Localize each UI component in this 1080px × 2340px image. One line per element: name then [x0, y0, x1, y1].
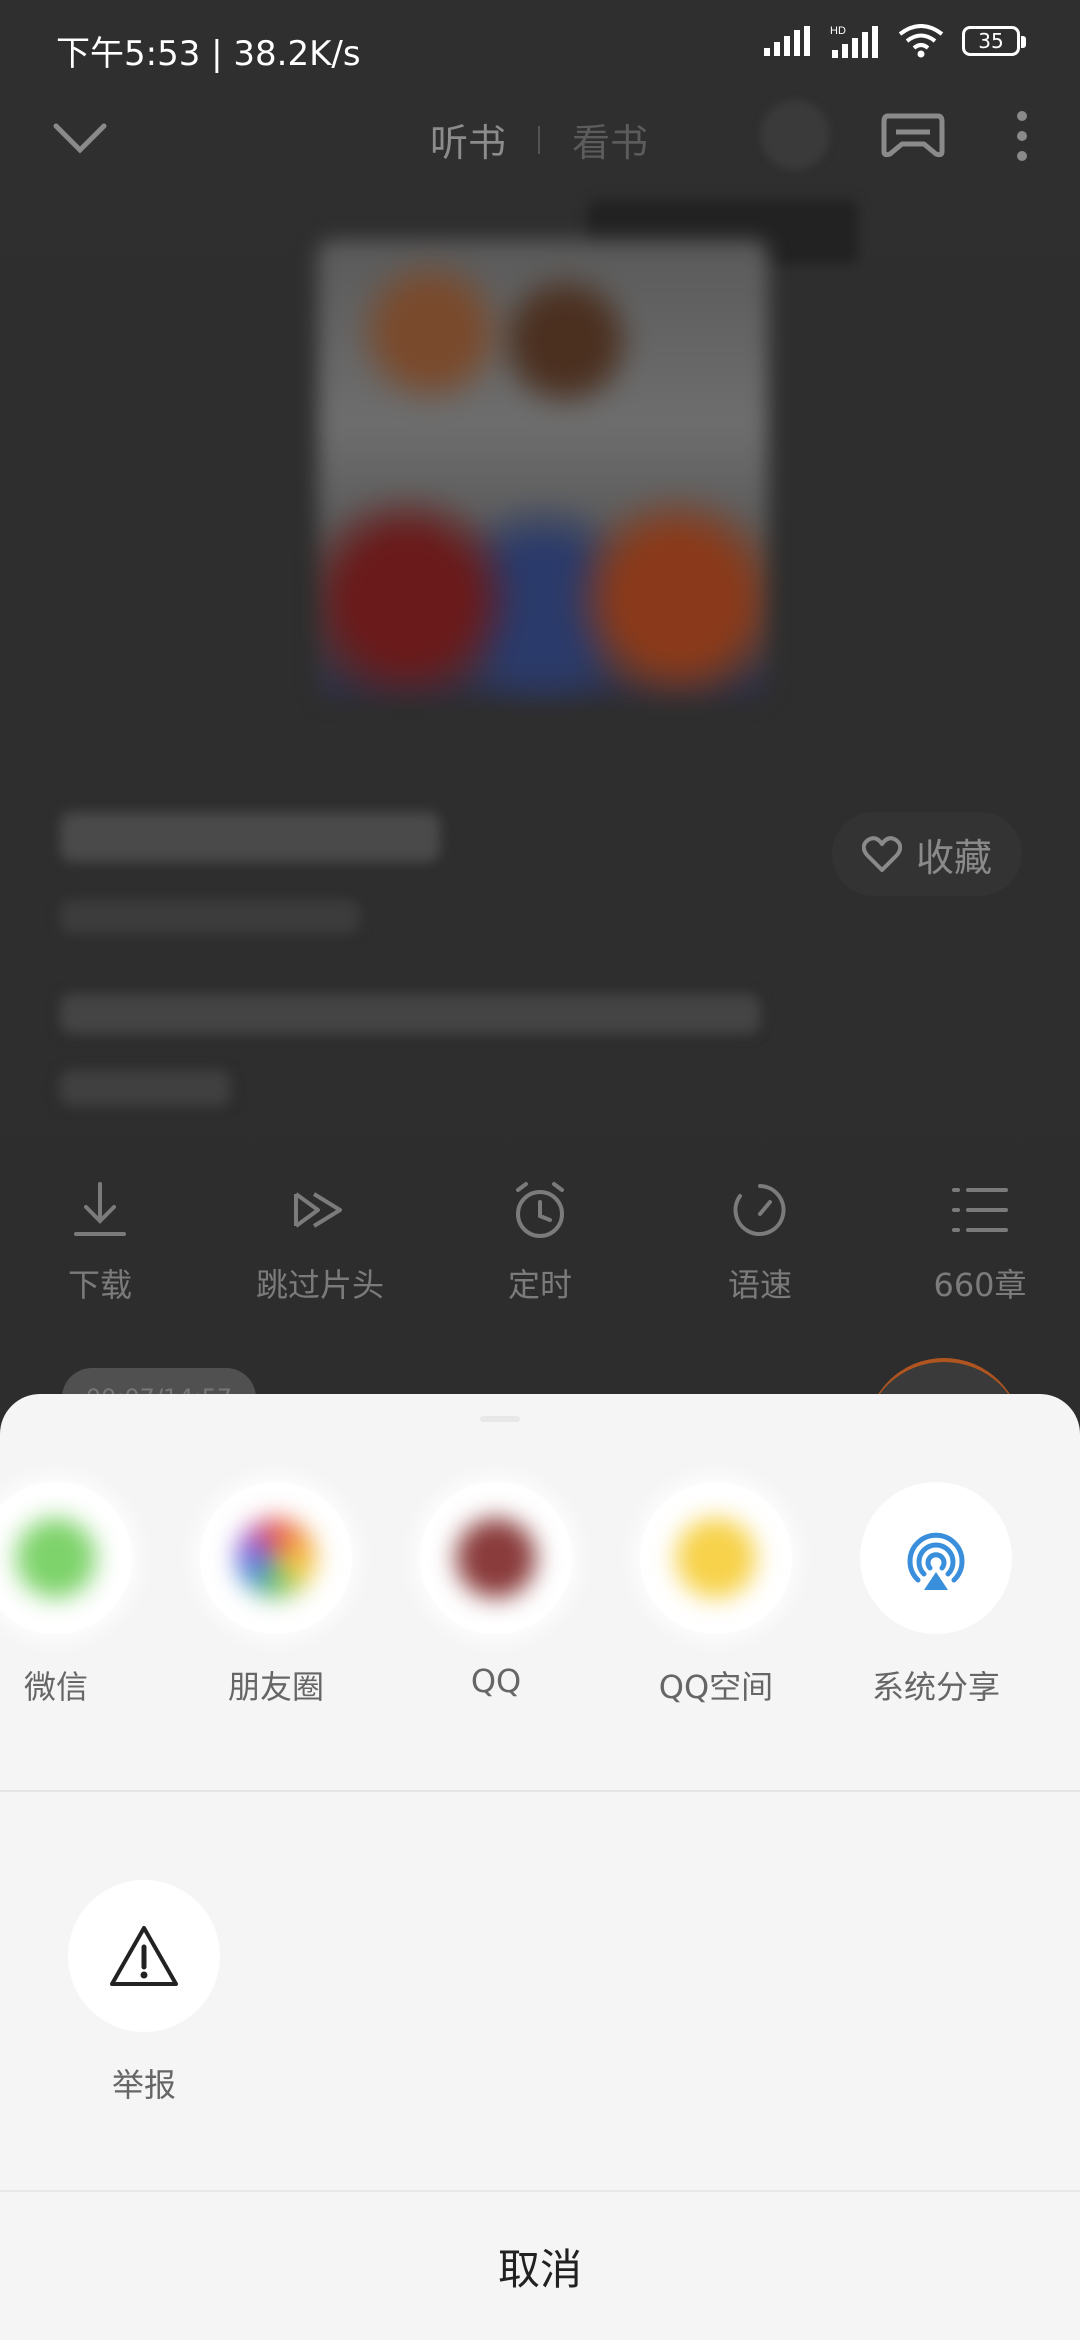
book-description-line2	[60, 1070, 230, 1106]
chapter-list-button[interactable]: 660章	[890, 1180, 1070, 1306]
wechat-icon	[0, 1482, 132, 1634]
share-qq-label: QQ	[470, 1662, 522, 1700]
speed-label: 语速	[727, 1266, 792, 1304]
chapter-list-icon	[952, 1188, 1008, 1232]
moments-icon	[200, 1482, 352, 1634]
signal-icon	[764, 26, 810, 56]
player-actions: 下载 跳过片头 定时 语速 660章	[0, 1180, 1080, 1330]
favorite-label: 收藏	[915, 835, 992, 880]
share-qzone[interactable]: QQ空间	[616, 1482, 816, 1708]
qq-icon	[420, 1482, 572, 1634]
download-label: 下载	[67, 1266, 132, 1304]
cancel-button[interactable]: 取消	[0, 2192, 1080, 2340]
skip-intro-label: 跳过片头	[255, 1266, 384, 1304]
speed-button[interactable]: 语速	[670, 1180, 850, 1306]
status-time: 下午5:53 | 38.2K/s	[56, 34, 361, 74]
sheet-handle[interactable]	[480, 1416, 520, 1422]
book-title	[60, 812, 440, 862]
player-tabs: 听书 看书	[430, 112, 648, 167]
wifi-icon	[898, 24, 944, 58]
heart-icon	[861, 836, 902, 872]
divider	[0, 1790, 1080, 1792]
status-bar: 下午5:53 | 38.2K/s HD 35	[0, 0, 1080, 96]
battery-icon: 35	[962, 26, 1026, 56]
warning-icon	[68, 1880, 220, 2032]
book-description	[60, 994, 760, 1034]
battery-level: 35	[978, 29, 1004, 53]
system-share-icon	[860, 1482, 1012, 1634]
share-wechat[interactable]: 微信	[0, 1482, 156, 1708]
more-icon[interactable]	[1008, 108, 1036, 164]
book-cover	[318, 240, 768, 700]
hd-signal-icon: HD	[830, 25, 878, 58]
timer-button[interactable]: 定时	[450, 1180, 630, 1306]
chevron-down-icon[interactable]	[52, 118, 108, 158]
share-qq[interactable]: QQ	[396, 1482, 596, 1700]
share-system[interactable]: 系统分享	[836, 1482, 1036, 1708]
tab-read[interactable]: 看书	[572, 112, 648, 167]
share-qzone-label: QQ空间	[658, 1668, 774, 1706]
tab-divider	[538, 125, 541, 154]
favorite-button[interactable]: 收藏	[832, 812, 1022, 896]
gamepad-icon[interactable]	[880, 108, 946, 164]
share-sheet: 微信 朋友圈 QQ QQ空间 系统分享 举报 取消	[0, 1394, 1080, 2340]
download-button[interactable]: 下载	[10, 1180, 190, 1306]
share-system-label: 系统分享	[871, 1668, 1000, 1706]
qzone-icon	[640, 1482, 792, 1634]
share-moments[interactable]: 朋友圈	[176, 1482, 376, 1708]
share-wechat-label: 微信	[23, 1668, 88, 1706]
timer-label: 定时	[507, 1266, 572, 1304]
hd-badge: HD	[830, 25, 846, 37]
chapter-count-label: 660章	[933, 1266, 1027, 1304]
speed-icon	[733, 1184, 786, 1236]
skip-intro-button[interactable]: 跳过片头	[230, 1180, 410, 1306]
report-label: 举报	[111, 2066, 176, 2104]
download-icon	[74, 1182, 126, 1236]
timer-icon	[516, 1182, 564, 1238]
avatar[interactable]	[760, 100, 830, 170]
book-author	[60, 900, 360, 934]
share-moments-label: 朋友圈	[227, 1668, 324, 1706]
report-button[interactable]: 举报	[64, 1880, 224, 2106]
tab-listen[interactable]: 听书	[430, 112, 506, 167]
skip-intro-icon	[294, 1192, 342, 1228]
